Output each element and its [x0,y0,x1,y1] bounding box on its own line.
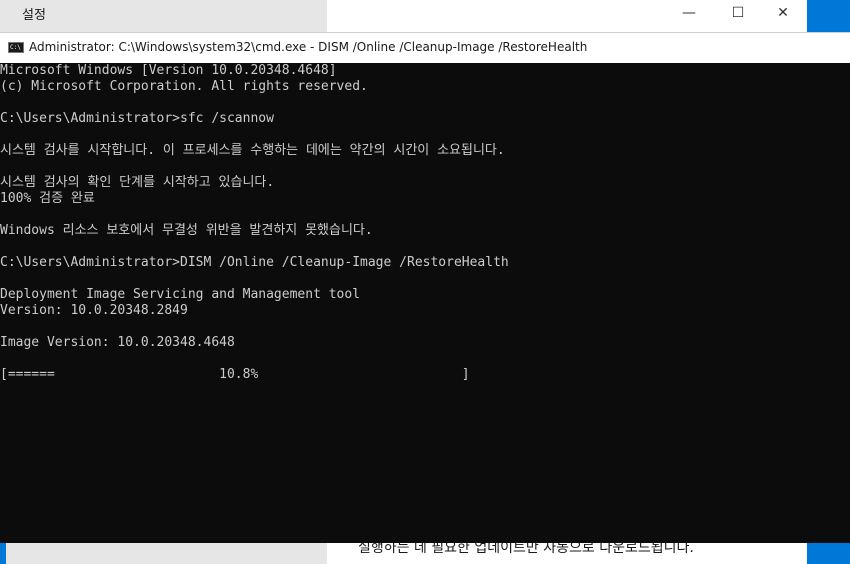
console-line: 시스템 검사의 확인 단계를 시작하고 있습니다. [0,175,275,190]
cmd-app-icon[interactable]: C:\ [8,42,24,53]
console-lines: Microsoft Windows [Version 10.0.20348.46… [0,63,850,383]
settings-window-title: 설정 [22,8,46,23]
desktop-accent-left [0,543,6,564]
desktop-accent-bottom [807,543,850,564]
cmd-titlebar[interactable]: C:\ Administrator: C:\Windows\system32\c… [0,32,850,63]
console-line: (c) Microsoft Corporation. All rights re… [0,79,368,94]
console-line: [====== 10.8% ] [0,367,470,382]
cmd-window-title: Administrator: C:\Windows\system32\cmd.e… [29,40,588,54]
maximize-button[interactable]: ☐ [715,0,761,26]
console-line: Deployment Image Servicing and Managemen… [0,287,361,302]
console-line: Microsoft Windows [Version 10.0.20348.46… [0,63,337,78]
console-line: Version: 10.0.20348.2849 [0,303,188,318]
console-line: 100% 검증 완료 [0,191,95,206]
close-button[interactable]: ✕ [760,0,806,26]
console-line: 시스템 검사를 시작합니다. 이 프로세스를 수행하는 데에는 약간의 시간이 … [0,143,505,158]
console-line: C:\Users\Administrator>DISM /Online /Cle… [0,255,509,270]
console-line: Windows 리소스 보호에서 무결성 위반을 발견하지 못했습니다. [0,223,373,238]
desktop-accent-top [807,0,850,32]
console-line: Image Version: 10.0.20348.4648 [0,335,235,350]
minimize-icon: — [682,5,696,21]
maximize-icon: ☐ [731,5,745,21]
minimize-button[interactable]: — [666,0,712,26]
console-line: C:\Users\Administrator>sfc /scannow [0,111,274,126]
console-output[interactable]: Microsoft Windows [Version 10.0.20348.46… [0,63,850,543]
close-icon: ✕ [777,5,789,21]
